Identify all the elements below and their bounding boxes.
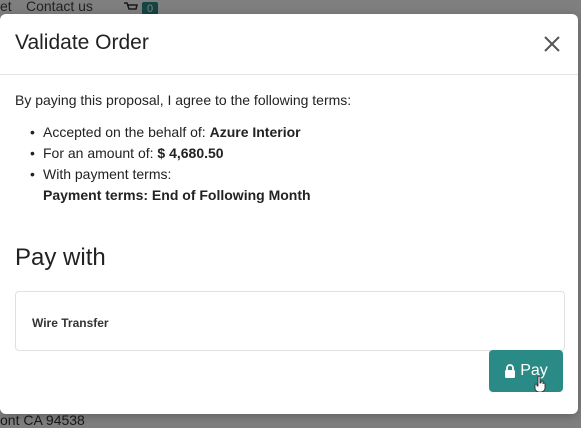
validate-order-modal: Validate Order By paying this proposal, … [0, 14, 578, 414]
hand-cursor-icon [534, 376, 546, 392]
term-accepted: Accepted on the behalf of: Azure Interio… [30, 122, 563, 143]
term-amount-value: $ 4,680.50 [157, 145, 224, 161]
term-amount: For an amount of: $ 4,680.50 [30, 143, 563, 164]
payment-method-label: Wire Transfer [32, 316, 109, 330]
pay-with-heading: Pay with [15, 244, 106, 271]
close-icon[interactable] [540, 32, 564, 56]
pay-button[interactable]: Pay [489, 350, 563, 392]
term-payment-label: With payment terms: [43, 166, 172, 182]
term-amount-label: For an amount of: [43, 145, 158, 161]
lock-icon [505, 364, 516, 378]
modal-body: By paying this proposal, I agree to the … [15, 92, 565, 351]
term-payment: With payment terms: Payment terms: End o… [30, 164, 563, 206]
terms-intro: By paying this proposal, I agree to the … [15, 92, 352, 108]
term-accepted-value: Azure Interior [209, 124, 301, 140]
terms-list: Accepted on the behalf of: Azure Interio… [15, 122, 563, 206]
modal-header: Validate Order [0, 14, 578, 75]
payment-method-wire-transfer[interactable]: Wire Transfer [15, 291, 565, 351]
term-accepted-label: Accepted on the behalf of: [43, 124, 210, 140]
term-payment-value: Payment terms: End of Following Month [43, 187, 311, 203]
modal-title: Validate Order [15, 31, 149, 54]
